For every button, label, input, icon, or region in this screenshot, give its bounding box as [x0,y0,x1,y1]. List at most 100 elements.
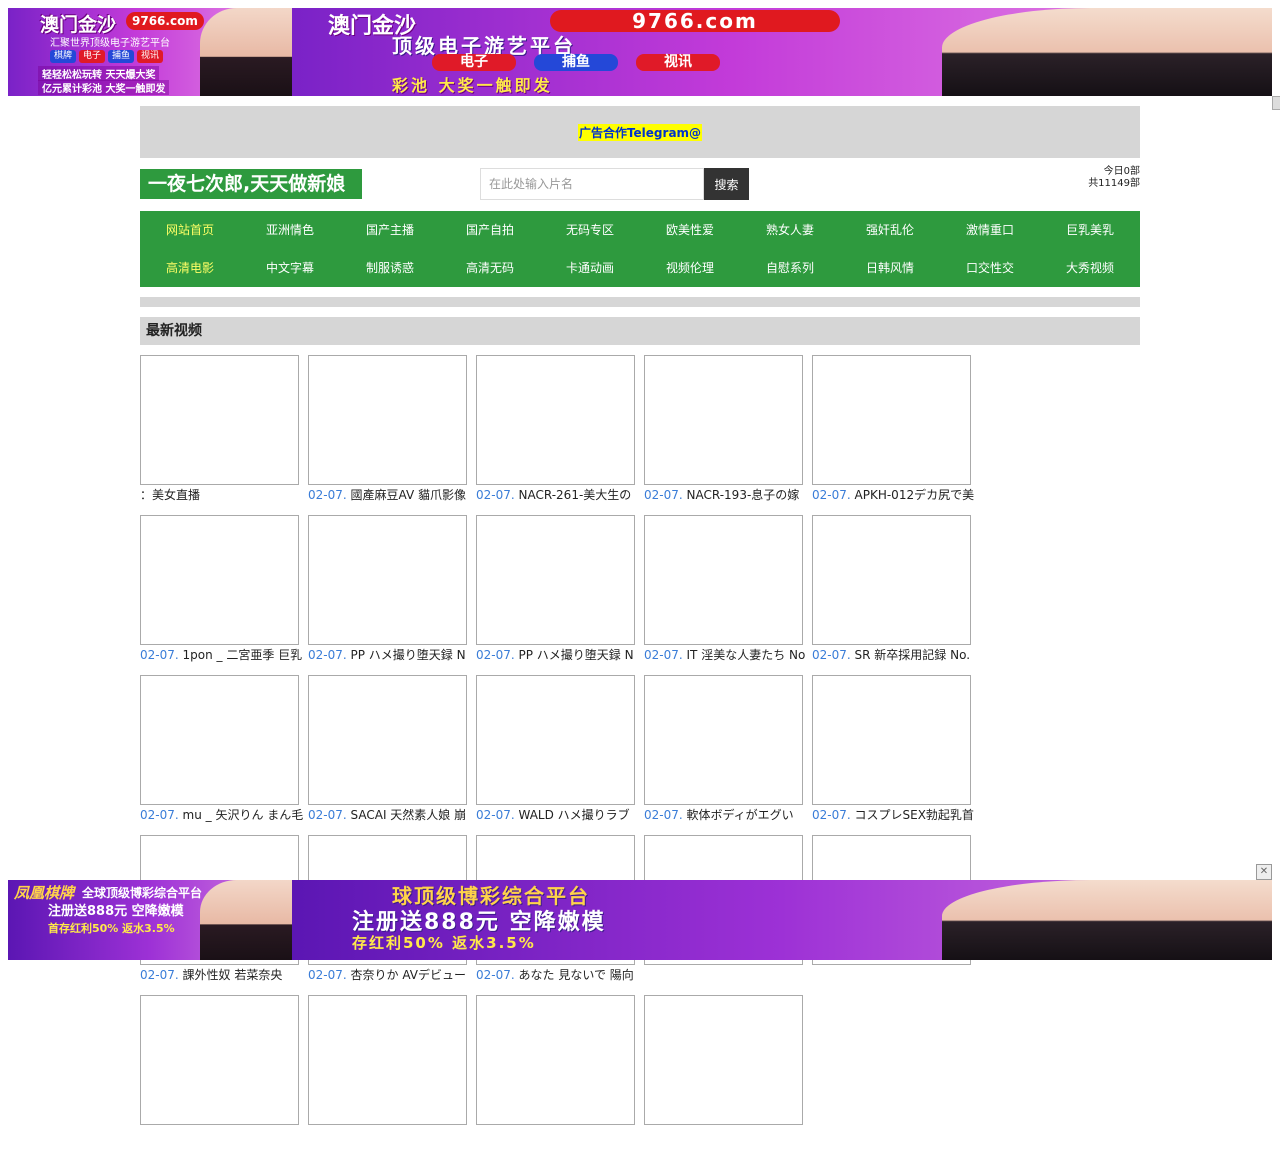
video-caption[interactable]: 02-07. WALD ハメ撮りラブ [476,805,640,825]
nav-item[interactable]: 欧美性爱 [640,211,740,249]
video-caption[interactable]: 02-07. SR 新卒採用記録 No. [812,645,976,665]
video-card[interactable]: 02-07. 軟体ボディがエグい [644,675,812,835]
nav-item[interactable]: 口交性交 [940,249,1040,287]
video-title[interactable]: PP ハメ撮り堕天録 N [351,648,466,662]
video-thumbnail[interactable] [308,515,467,645]
video-card[interactable]: 02-07. SR 新卒採用記録 No. [812,515,980,675]
video-title[interactable]: 國產麻豆AV 貓爪影像 [351,488,466,502]
video-card[interactable]: 02-07. 1pon _ 二宮亜季 巨乳 [140,515,308,675]
ad-cooperation-link[interactable]: 广告合作Telegram@ [577,123,703,141]
scrollbar-handle[interactable] [1272,96,1280,110]
nav-item[interactable]: 国产主播 [340,211,440,249]
video-thumbnail[interactable] [644,515,803,645]
video-thumbnail[interactable] [140,515,299,645]
video-card[interactable]: 02-07. 國產麻豆AV 貓爪影像 [308,355,476,515]
video-thumbnail[interactable] [308,675,467,805]
bottom-ad-small[interactable]: 凤凰棋牌 全球顶级博彩综合平台 注册送888元 空降嫩模 首存红利50% 返水3… [8,880,292,960]
video-thumbnail[interactable] [812,515,971,645]
nav-item[interactable]: 亚洲情色 [240,211,340,249]
video-thumbnail[interactable] [644,995,803,1125]
nav-item[interactable]: 自慰系列 [740,249,840,287]
video-thumbnail[interactable] [140,995,299,1125]
nav-item[interactable]: 视频伦理 [640,249,740,287]
top-ad-banner[interactable]: 澳门金沙 9766.com 汇聚世界顶级电子游艺平台 棋牌 电子 捕鱼 视讯 轻… [8,8,1272,96]
video-caption[interactable]: 02-07. PP ハメ撮り堕天録 N [476,645,640,665]
video-thumbnail[interactable] [476,515,635,645]
search-button[interactable]: 搜索 [704,168,749,200]
video-thumbnail[interactable] [476,995,635,1125]
nav-item[interactable]: 制服诱惑 [340,249,440,287]
nav-item[interactable]: 强奸乱伦 [840,211,940,249]
video-title[interactable]: 杏奈りか AVデビュー [351,968,466,982]
top-ad-small[interactable]: 澳门金沙 9766.com 汇聚世界顶级电子游艺平台 棋牌 电子 捕鱼 视讯 轻… [8,8,292,96]
nav-item[interactable]: 国产自拍 [440,211,540,249]
video-title[interactable]: SACAI 天然素人娘 崩 [351,808,467,822]
bottom-ad-large[interactable]: 球顶级博彩综合平台 注册送888元 空降嫩模 存红利50% 返水3.5% [292,880,1272,960]
video-card[interactable]: 02-07. IT 淫美な人妻たち No [644,515,812,675]
nav-item[interactable]: 熟女人妻 [740,211,840,249]
video-thumbnail[interactable] [812,675,971,805]
video-card[interactable]: 02-07. mu _ 矢沢りん まん毛 [140,675,308,835]
video-thumbnail[interactable] [476,675,635,805]
video-thumbnail[interactable] [140,675,299,805]
bottom-ad-banner[interactable]: 凤凰棋牌 全球顶级博彩综合平台 注册送888元 空降嫩模 首存红利50% 返水3… [8,880,1272,960]
video-card[interactable] [308,995,476,1155]
video-card[interactable]: ：美女直播 [140,355,308,515]
video-thumbnail[interactable] [644,355,803,485]
video-title[interactable]: APKH-012デカ尻で美 [855,488,975,502]
video-title[interactable]: あなた 見ないで 陽向 [519,968,634,982]
video-title[interactable]: 課外性奴 若菜奈央 [183,968,283,982]
video-caption[interactable]: 02-07. NACR-261-美大生の [476,485,640,505]
video-card[interactable]: 02-07. NACR-261-美大生の [476,355,644,515]
video-thumbnail[interactable] [140,355,299,485]
video-card[interactable]: 02-07. WALD ハメ撮りラブ [476,675,644,835]
nav-item[interactable]: 激情重口 [940,211,1040,249]
video-thumbnail[interactable] [644,675,803,805]
video-card[interactable]: 02-07. PP ハメ撮り堕天録 N [476,515,644,675]
video-title[interactable]: IT 淫美な人妻たち No [687,648,806,662]
video-caption[interactable]: 02-07. コスプレSEX勃起乳首 [812,805,976,825]
close-icon[interactable]: ✕ [1256,864,1272,880]
nav-item[interactable]: 卡通动画 [540,249,640,287]
nav-item[interactable]: 巨乳美乳 [1040,211,1140,249]
video-card[interactable] [644,995,812,1155]
video-thumbnail[interactable] [476,355,635,485]
site-logo[interactable]: 一夜七次郎,天天做新娘 [140,169,362,199]
video-caption[interactable]: 02-07. PP ハメ撮り堕天録 N [308,645,472,665]
nav-item[interactable]: 网站首页 [140,211,240,249]
nav-item[interactable]: 中文字幕 [240,249,340,287]
video-caption[interactable]: 02-07. APKH-012デカ尻で美 [812,485,976,505]
nav-item[interactable]: 高清电影 [140,249,240,287]
video-title[interactable]: mu _ 矢沢りん まん毛 [183,808,304,822]
video-title[interactable]: NACR-261-美大生の [519,488,632,502]
video-caption[interactable]: 02-07. 1pon _ 二宮亜季 巨乳 [140,645,304,665]
video-caption[interactable]: ：美女直播 [140,485,304,505]
video-card[interactable]: 02-07. SACAI 天然素人娘 崩 [308,675,476,835]
video-card[interactable]: 02-07. APKH-012デカ尻で美 [812,355,980,515]
video-caption[interactable]: 02-07. NACR-193-息子の嫁 [644,485,808,505]
search-input[interactable] [480,168,704,200]
video-caption[interactable]: 02-07. mu _ 矢沢りん まん毛 [140,805,304,825]
nav-item[interactable]: 高清无码 [440,249,540,287]
video-caption[interactable]: 02-07. 課外性奴 若菜奈央 [140,965,304,985]
video-thumbnail[interactable] [308,355,467,485]
video-title[interactable]: 1pon _ 二宮亜季 巨乳 [183,648,303,662]
video-thumbnail[interactable] [308,995,467,1125]
video-card[interactable]: 02-07. PP ハメ撮り堕天録 N [308,515,476,675]
nav-item[interactable]: 大秀视频 [1040,249,1140,287]
video-caption[interactable]: 02-07. SACAI 天然素人娘 崩 [308,805,472,825]
video-caption[interactable]: 02-07. IT 淫美な人妻たち No [644,645,808,665]
video-title[interactable]: SR 新卒採用記録 No. [855,648,971,662]
video-card[interactable]: 02-07. コスプレSEX勃起乳首 [812,675,980,835]
top-ad-large[interactable]: 澳门金沙 9766.com 顶级电子游艺平台 电子 捕鱼 视讯 彩池 大奖一触即… [292,8,1272,96]
video-caption[interactable]: 02-07. 軟体ボディがエグい [644,805,808,825]
video-title[interactable]: NACR-193-息子の嫁 [687,488,800,502]
video-card[interactable] [140,995,308,1155]
video-caption[interactable]: 02-07. 國產麻豆AV 貓爪影像 [308,485,472,505]
video-title[interactable]: PP ハメ撮り堕天録 N [519,648,634,662]
video-title[interactable]: コスプレSEX勃起乳首 [855,808,974,822]
video-title[interactable]: 軟体ボディがエグい [687,808,794,822]
video-caption[interactable]: 02-07. あなた 見ないで 陽向 [476,965,640,985]
video-card[interactable]: 02-07. NACR-193-息子の嫁 [644,355,812,515]
video-title[interactable]: WALD ハメ撮りラブ [519,808,630,822]
